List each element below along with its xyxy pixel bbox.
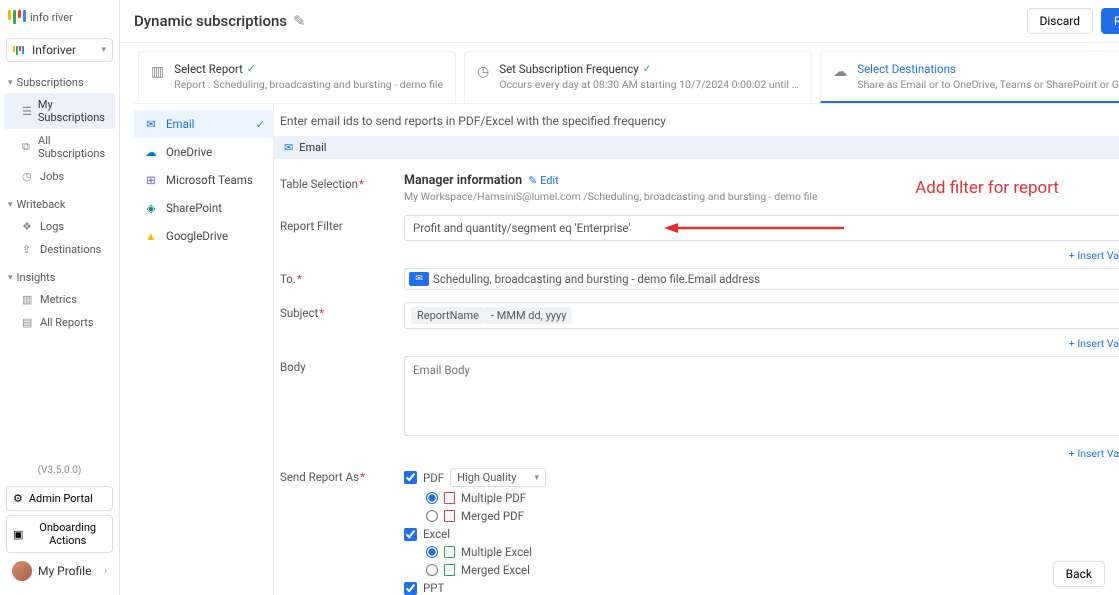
step-destinations[interactable]: ☁ Select Destinations Share as Email or …	[820, 51, 1119, 103]
review-button[interactable]: Review	[1101, 8, 1119, 34]
nav-all-reports[interactable]: ▤All Reports	[4, 311, 115, 334]
chk-excel[interactable]	[404, 528, 417, 541]
rad-merged-pdf[interactable]	[426, 510, 438, 522]
to-input[interactable]: ✉	[404, 268, 1119, 290]
brand-logo: info river	[0, 0, 119, 34]
sharepoint-icon: ◈	[144, 201, 158, 215]
dest-googledrive[interactable]: ▲GoogleDrive	[134, 222, 273, 250]
dest-email[interactable]: ✉Email	[134, 110, 273, 138]
check-icon: ✓	[643, 64, 651, 75]
teams-icon: ⊞	[144, 173, 158, 187]
reports-icon: ▤	[22, 316, 34, 329]
version-label: (V3.5.0.0)	[6, 459, 113, 482]
dest-onedrive[interactable]: ☁OneDrive	[134, 138, 273, 166]
nav-jobs[interactable]: ◷Jobs	[4, 165, 115, 188]
excel-icon	[444, 564, 455, 576]
onedrive-icon: ☁	[144, 145, 158, 159]
chevron-right-icon: ›	[104, 566, 107, 576]
metrics-icon: ▥	[22, 293, 34, 306]
topbar: Dynamic subscriptions ✎ Discard Review	[120, 0, 1119, 43]
step-select-report[interactable]: ▥ Select Report✓ Report : Scheduling, br…	[138, 51, 456, 103]
dest-sharepoint[interactable]: ◈SharePoint	[134, 194, 273, 222]
left-sidebar: info river Inforiver ▾ ▾Subscriptions ☰M…	[0, 0, 120, 595]
email-pill: ✉Email	[274, 136, 1119, 159]
profile-menu[interactable]: My Profile ›	[6, 553, 113, 589]
nav-logs[interactable]: ❖Logs	[4, 215, 115, 238]
report-icon: ▥	[151, 64, 164, 93]
destination-list: ✉Email ☁OneDrive ⊞Microsoft Teams ◈Share…	[134, 104, 274, 595]
subject-token-date: - MMM dd, yyyy	[485, 307, 572, 324]
onboarding-actions-button[interactable]: ▣Onboarding Actions	[6, 515, 113, 553]
email-icon: ✉	[284, 141, 293, 154]
subject-token-reportname: ReportName	[411, 307, 485, 324]
label-send-as: Send Report As	[274, 466, 404, 595]
nav-destinations[interactable]: ⇪Destinations	[4, 238, 115, 261]
subject-input[interactable]: ReportName - MMM dd, yyyy	[404, 302, 1119, 329]
workspace-selector[interactable]: Inforiver ▾	[6, 38, 113, 62]
pdf-icon	[444, 510, 455, 522]
admin-portal-button[interactable]: ⚙Admin Portal	[6, 486, 113, 511]
label-subject: Subject	[274, 302, 404, 329]
dest-teams[interactable]: ⊞Microsoft Teams	[134, 166, 273, 194]
clock-icon: ◷	[477, 64, 489, 93]
clipboard-icon: ▣	[13, 528, 23, 541]
nav-group-insights[interactable]: ▾Insights	[0, 267, 119, 288]
chevron-down-icon: ▾	[101, 45, 106, 55]
email-form: Enter email ids to send reports in PDF/E…	[274, 104, 1119, 595]
nav-group-writeback[interactable]: ▾Writeback	[0, 194, 119, 215]
copy-icon: ⧉	[22, 140, 32, 154]
chk-pdf[interactable]	[404, 471, 417, 484]
insert-variable-filter[interactable]: Insert Variable	[274, 247, 1119, 262]
nav-all-subscriptions[interactable]: ⧉All Subscriptions	[4, 129, 115, 165]
rad-multi-excel[interactable]	[426, 546, 438, 558]
chevron-down-icon: ▾	[534, 473, 539, 483]
label-report-filter: Report Filter	[274, 215, 404, 241]
nav-group-subscriptions[interactable]: ▾Subscriptions	[0, 72, 119, 93]
step-frequency[interactable]: ◷ Set Subscription Frequency✓ Occurs eve…	[464, 51, 812, 103]
nav-metrics[interactable]: ▥Metrics	[4, 288, 115, 311]
email-chip-icon: ✉	[409, 272, 429, 286]
avatar	[12, 561, 32, 581]
to-text[interactable]	[433, 272, 1119, 286]
cloud-upload-icon: ☁	[833, 64, 847, 91]
log-icon: ❖	[22, 220, 34, 233]
insert-variable-subject[interactable]: Insert Variable	[274, 335, 1119, 350]
edit-link[interactable]: ✎ Edit	[528, 174, 559, 187]
manager-info-title: Manager information ✎ Edit	[404, 173, 1119, 188]
user-gear-icon: ⚙	[13, 492, 23, 505]
nav-my-subscriptions[interactable]: ☰My Subscriptions	[4, 93, 115, 129]
check-icon: ✓	[247, 64, 255, 75]
chk-ppt[interactable]	[404, 582, 417, 595]
insert-variable-body[interactable]: Insert Variable	[274, 445, 1119, 460]
form-description: Enter email ids to send reports in PDF/E…	[274, 114, 1119, 136]
label-table-selection: Table Selection	[274, 173, 404, 203]
email-icon: ✉	[144, 117, 158, 131]
main-panel: Dynamic subscriptions ✎ Discard Review ▥…	[120, 0, 1119, 595]
googledrive-icon: ▲	[144, 229, 158, 243]
label-body: Body	[274, 356, 404, 439]
clock-icon: ◷	[22, 170, 34, 183]
manager-info-path: My Workspace/HamsiniS@lumel.com /Schedul…	[404, 190, 1119, 203]
discard-button[interactable]: Discard	[1027, 8, 1094, 34]
rad-merged-excel[interactable]	[426, 564, 438, 576]
report-filter-input[interactable]	[404, 215, 1119, 241]
body-textarea[interactable]	[404, 356, 1119, 436]
wizard-steps: ▥ Select Report✓ Report : Scheduling, br…	[134, 43, 1119, 104]
rad-multi-pdf[interactable]	[426, 492, 438, 504]
pdf-icon	[444, 492, 455, 504]
pdf-quality-select[interactable]: High Quality▾	[450, 468, 546, 487]
label-to: To.	[274, 268, 404, 290]
back-button[interactable]: Back	[1053, 561, 1105, 587]
edit-title-icon[interactable]: ✎	[293, 12, 306, 30]
page-title: Dynamic subscriptions ✎	[134, 12, 306, 30]
list-icon: ☰	[22, 105, 32, 118]
excel-icon	[444, 546, 455, 558]
destination-icon: ⇪	[22, 243, 34, 256]
